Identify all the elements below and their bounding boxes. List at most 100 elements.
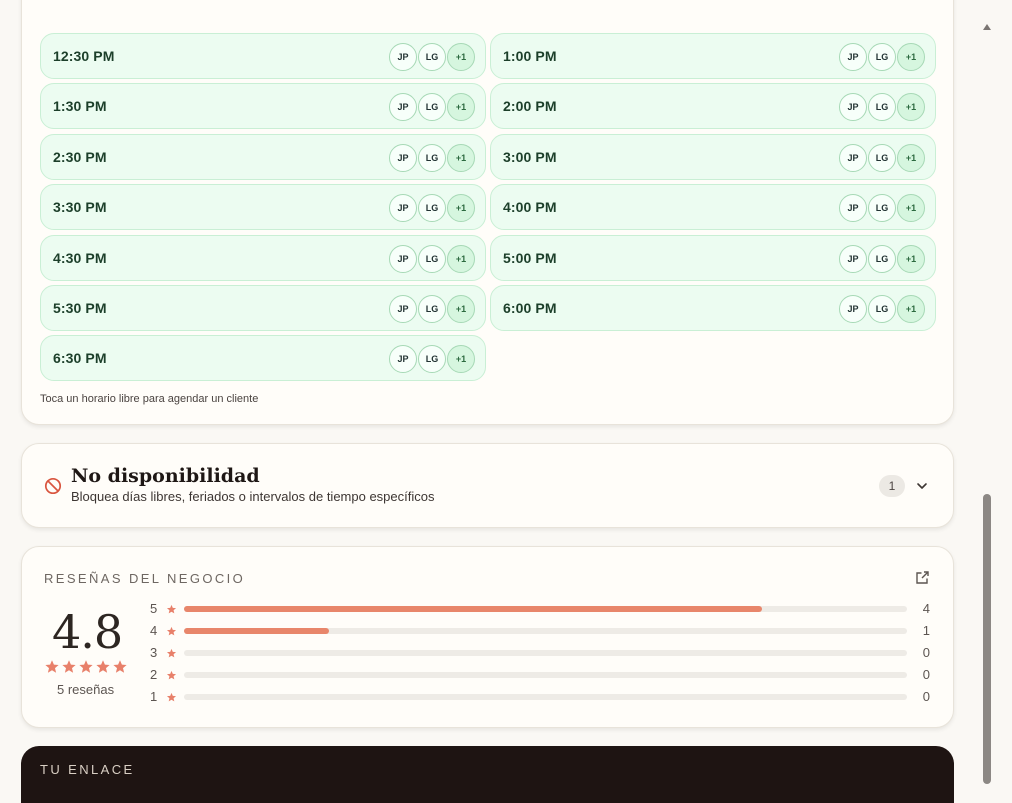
chevron-down-icon[interactable] [915,479,929,493]
staff-avatar: LG [418,43,446,71]
staff-avatar: LG [868,143,896,172]
time-slot-label: 4:00 PM [503,199,557,216]
staff-avatar: LG [418,194,446,223]
time-slot-label: 5:30 PM [53,300,107,316]
time-slot-label: 3:00 PM [503,148,557,165]
reviews-title: RESEÑAS DEL NEGOCIO [44,571,246,586]
star-icon [79,660,93,673]
rating-row: 30 [150,645,930,661]
rating-row-stars: 2 [150,667,158,682]
more-staff-badge: +1 [447,93,475,122]
staff-avatars: JP LG +1 [838,194,925,223]
staff-avatar: JP [389,345,417,374]
staff-avatar: LG [868,244,896,273]
rating-row-count: 0 [922,667,930,682]
staff-avatar: LG [868,194,896,223]
time-slot-label: 6:30 PM [53,350,107,367]
scrollbar[interactable] [979,18,995,803]
average-score: 4.8 [52,605,123,659]
more-staff-badge: +1 [447,295,475,323]
staff-avatars: JP LG +1 [838,43,925,71]
staff-avatar: JP [389,295,417,323]
staff-avatar: LG [868,43,896,71]
staff-avatars: JP LG +1 [388,194,475,223]
time-slot[interactable]: 12:30 PM JP LG +1 [40,33,486,79]
rating-row-count: 0 [922,689,930,704]
time-slot[interactable]: 1:30 PM JP LG +1 [40,83,486,130]
unavailability-subtitle: Bloquea días libres, feriados o interval… [71,489,435,504]
staff-avatar: LG [418,345,446,374]
time-slot-label: 12:30 PM [53,48,115,64]
slots-hint: Toca un horario libre para agendar un cl… [40,393,259,405]
staff-avatar: LG [868,295,896,323]
scroll-up-arrow-icon[interactable] [983,24,991,30]
rating-row-stars: 3 [150,645,158,660]
rating-bar [184,694,907,700]
rating-bar-fill [184,606,763,612]
staff-avatars: JP LG +1 [388,345,475,374]
star-icon [45,660,59,673]
average-stars [44,659,129,675]
staff-avatars: JP LG +1 [838,244,925,273]
rating-row-count: 1 [922,623,930,638]
staff-avatars: JP LG +1 [388,143,475,172]
staff-avatars: JP LG +1 [388,244,475,273]
more-staff-badge: +1 [447,43,475,71]
reviews-section: RESEÑAS DEL NEGOCIO 4.8 5 reseñas 544130… [21,546,954,728]
star-icon [166,670,177,680]
reviews-count: 5 reseñas [57,682,115,697]
unavailability-count-badge: 1 [879,475,905,497]
staff-avatars: JP LG +1 [388,43,475,71]
time-slot[interactable]: 4:30 PM JP LG +1 [40,234,486,281]
more-staff-badge: +1 [897,194,925,223]
time-slot[interactable]: 2:00 PM JP LG +1 [490,83,936,130]
rating-row-stars: 1 [150,689,158,704]
time-slot[interactable]: 6:30 PM JP LG +1 [40,335,486,382]
rating-bar [184,628,907,634]
time-slot[interactable]: 1:00 PM JP LG +1 [490,33,936,79]
time-slot-label: 2:00 PM [503,98,557,115]
more-staff-badge: +1 [897,93,925,122]
more-staff-badge: +1 [897,43,925,71]
staff-avatars: JP LG +1 [388,93,475,122]
time-slot[interactable]: 6:00 PM JP LG +1 [490,285,936,331]
unavailability-section[interactable]: No disponibilidad Bloquea días libres, f… [21,443,954,528]
time-slot[interactable]: 5:00 PM JP LG +1 [490,234,936,281]
staff-avatars: JP LG +1 [838,295,925,323]
star-icon [96,660,110,673]
time-slot-label: 4:30 PM [53,249,107,266]
time-slot-label: 6:00 PM [503,300,557,316]
time-slot-label: 5:00 PM [503,249,557,266]
staff-avatar: JP [839,244,867,273]
staff-avatar: JP [389,43,417,71]
rating-row: 41 [150,623,930,639]
time-slot[interactable]: 2:30 PM JP LG +1 [40,133,486,180]
time-slot-label: 1:30 PM [53,98,107,115]
rating-row: 54 [150,601,930,617]
more-staff-badge: +1 [447,194,475,223]
more-staff-badge: +1 [897,244,925,273]
time-slot[interactable]: 5:30 PM JP LG +1 [40,285,486,331]
staff-avatar: LG [418,295,446,323]
time-slot[interactable]: 3:30 PM JP LG +1 [40,184,486,231]
time-slot-label: 2:30 PM [53,148,107,165]
staff-avatar: LG [418,93,446,122]
rating-row-count: 4 [922,601,930,616]
external-link-icon[interactable] [915,570,930,585]
rating-row-count: 0 [922,645,930,660]
rating-bar-fill [184,628,329,634]
unavailability-title: No disponibilidad [71,465,260,487]
star-icon [166,626,177,636]
scroll-thumb[interactable] [983,494,991,784]
time-slot-label: 3:30 PM [53,199,107,216]
rating-row-stars: 5 [150,601,158,616]
rating-bar [184,606,907,612]
rating-bar [184,672,907,678]
staff-avatar: LG [418,143,446,172]
staff-avatar: JP [389,194,417,223]
slots-card: 12:30 PM JP LG +1 1:00 PM JP LG +1 1:30 PM JP LG +1… [21,0,954,425]
time-slot[interactable]: 3:00 PM JP LG +1 [490,133,936,180]
more-staff-badge: +1 [447,244,475,273]
time-slot[interactable]: 4:00 PM JP LG +1 [490,184,936,231]
star-icon [166,648,177,658]
